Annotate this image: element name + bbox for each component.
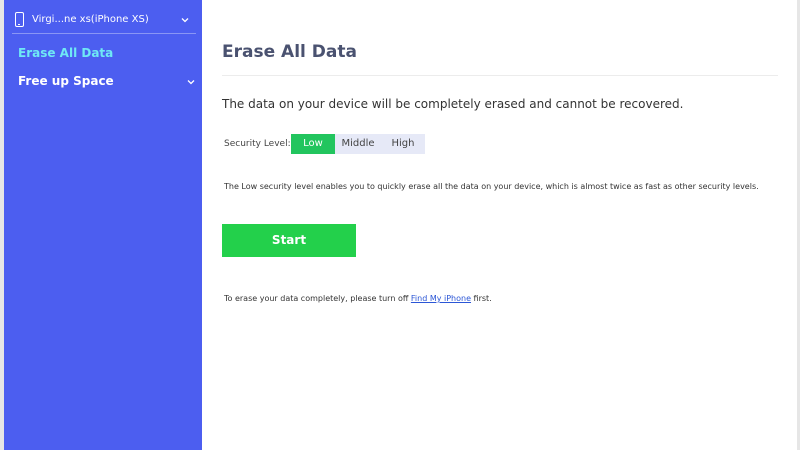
note-suffix: first. bbox=[471, 294, 492, 303]
chevron-down-icon[interactable] bbox=[186, 77, 196, 87]
chevron-down-icon[interactable] bbox=[180, 15, 190, 25]
start-button[interactable]: Start bbox=[222, 224, 356, 257]
security-level-high-button[interactable]: High bbox=[381, 134, 425, 154]
security-level-selector: Low Middle High bbox=[291, 134, 425, 154]
security-level-middle-button[interactable]: Middle bbox=[335, 134, 381, 154]
sidebar: Virgi...ne xs(iPhone XS) Erase All Data … bbox=[4, 0, 202, 450]
sidebar-divider bbox=[12, 33, 196, 34]
security-level-description: The Low security level enables you to qu… bbox=[224, 182, 759, 191]
device-selector[interactable]: Virgi...ne xs(iPhone XS) bbox=[4, 9, 202, 33]
page-title: Erase All Data bbox=[222, 42, 357, 62]
security-level-label: Security Level: bbox=[224, 139, 291, 149]
note-prefix: To erase your data completely, please tu… bbox=[224, 294, 411, 303]
phone-icon bbox=[15, 12, 24, 27]
main-panel: Erase All Data The data on your device w… bbox=[202, 0, 800, 450]
find-my-iphone-link[interactable]: Find My iPhone bbox=[411, 294, 471, 303]
find-my-iphone-note: To erase your data completely, please tu… bbox=[224, 294, 492, 303]
title-divider bbox=[222, 75, 778, 76]
app-window: Virgi...ne xs(iPhone XS) Erase All Data … bbox=[0, 0, 800, 450]
sidebar-item-erase-all-data[interactable]: Erase All Data bbox=[18, 46, 113, 60]
device-name: Virgi...ne xs(iPhone XS) bbox=[32, 14, 149, 25]
erase-warning-text: The data on your device will be complete… bbox=[222, 97, 684, 111]
security-level-low-button[interactable]: Low bbox=[291, 134, 335, 154]
sidebar-item-free-up-space[interactable]: Free up Space bbox=[18, 74, 114, 88]
